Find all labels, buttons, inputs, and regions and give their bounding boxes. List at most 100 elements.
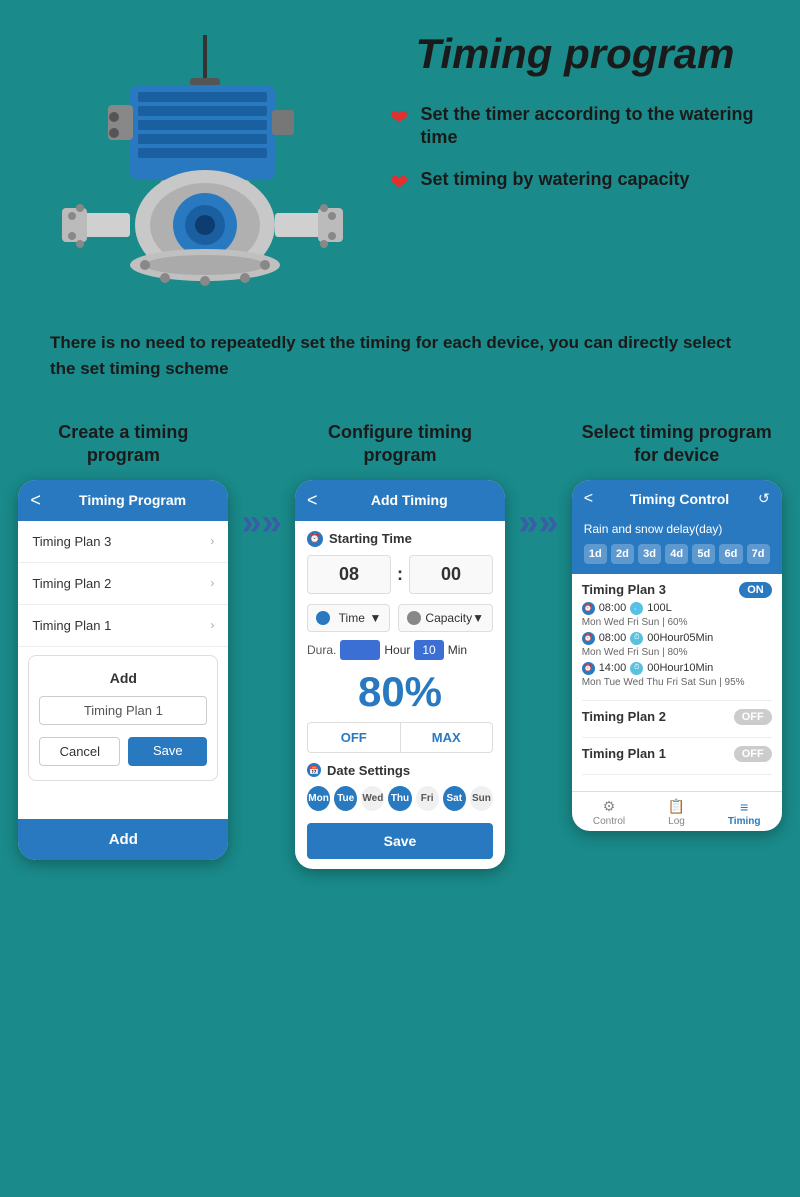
day-btn-4d[interactable]: 4d: [665, 544, 688, 564]
drop-icon3: ⏱: [630, 662, 643, 675]
timing-plan-2: Timing Plan 2 OFF: [582, 709, 772, 738]
phone3-frame: < Timing Control ↺ Rain and snow delay(d…: [572, 480, 782, 831]
max-button[interactable]: MAX: [401, 723, 493, 752]
arrow-right-icon: »»: [242, 501, 282, 543]
timing-plan-1: Timing Plan 1 OFF: [582, 746, 772, 775]
day-btn-6d[interactable]: 6d: [719, 544, 742, 564]
day-btn-3d[interactable]: 3d: [638, 544, 661, 564]
clock-icon-sm2: ⏰: [582, 632, 595, 645]
phone3-title: Select timing programfor device: [582, 421, 772, 468]
day-sun[interactable]: Sun: [470, 786, 493, 811]
plan1-toggle[interactable]: OFF: [734, 746, 772, 762]
duration-field[interactable]: [340, 640, 380, 660]
plan3-row2: ⏰ 08:00 ⏱ 00Hour05Min: [582, 632, 772, 645]
arrow-2: »»: [518, 421, 558, 543]
phone-col-2: Configure timingprogram < Add Timing ⏰ S…: [292, 421, 509, 869]
refresh-icon[interactable]: ↺: [758, 490, 770, 507]
time-colon: :: [397, 564, 403, 585]
minute-field[interactable]: 00: [409, 555, 493, 594]
list-item-text: Timing Plan 3: [32, 534, 111, 549]
duration-row: Dura. Hour 10 Min: [307, 640, 493, 660]
min-value[interactable]: 10: [414, 640, 443, 660]
day-btn-1d[interactable]: 1d: [584, 544, 607, 564]
hour-field[interactable]: 08: [307, 555, 391, 594]
date-settings-label: 📅 Date Settings: [307, 763, 493, 778]
timing-icon: ≡: [735, 800, 753, 814]
off-button[interactable]: OFF: [308, 723, 401, 752]
plan2-name: Timing Plan 2: [582, 709, 666, 724]
day-wed[interactable]: Wed: [361, 786, 384, 811]
phone1-back-icon[interactable]: <: [30, 490, 41, 511]
nav-log[interactable]: 📋 Log: [668, 800, 686, 827]
percent-display: 80%: [307, 668, 493, 716]
log-icon: 📋: [668, 800, 686, 814]
phone3-header: < Timing Control ↺: [572, 480, 782, 518]
plan3-header: Timing Plan 3 ON: [582, 582, 772, 598]
day-btn-7d[interactable]: 7d: [747, 544, 770, 564]
row2-days: Mon Wed Fri Sun | 80%: [582, 647, 772, 658]
nav-control[interactable]: ⚙ Control: [593, 800, 625, 827]
add-dialog-label: Add: [39, 670, 207, 686]
top-section: Timing program ❤ Set the timer according…: [0, 0, 800, 320]
bullet-text-1: Set the timer according to the watering …: [420, 103, 760, 150]
day-btn-2d[interactable]: 2d: [611, 544, 634, 564]
phone1-add-dialog: Add Cancel Save: [28, 655, 218, 781]
day-fri[interactable]: Fri: [416, 786, 439, 811]
plan2-header: Timing Plan 2 OFF: [582, 709, 772, 725]
phone-col-1: Create a timingprogram < Timing Program …: [15, 421, 232, 860]
timing-plan-input[interactable]: [39, 696, 207, 725]
time-select-icon: [316, 611, 330, 625]
bullet-item-2: ❤ Set timing by watering capacity: [390, 168, 760, 196]
phone1-title: Create a timingprogram: [58, 421, 188, 468]
plan3-name: Timing Plan 3: [582, 582, 666, 597]
middle-description: There is no need to repeatedly set the t…: [0, 320, 800, 411]
plan3-row1: ⏰ 08:00 💧 100L: [582, 602, 772, 615]
day-mon[interactable]: Mon: [307, 786, 330, 811]
plan3-row3: ⏰ 14:00 ⏱ 00Hour10Min: [582, 662, 772, 675]
row1-days: Mon Wed Fri Sun | 60%: [582, 617, 772, 628]
phone3-back-icon[interactable]: <: [584, 490, 593, 508]
calendar-icon: 📅: [307, 763, 321, 777]
phone2-header: < Add Timing: [295, 480, 505, 521]
list-item[interactable]: Timing Plan 1 ›: [18, 605, 228, 647]
list-item[interactable]: Timing Plan 2 ›: [18, 563, 228, 605]
page-title: Timing program: [390, 30, 760, 78]
days-row: Mon Tue Wed Thu Fri Sat Sun: [307, 786, 493, 811]
phone2-back-icon[interactable]: <: [307, 490, 318, 511]
save-button[interactable]: Save: [307, 823, 493, 859]
list-item[interactable]: Timing Plan 3 ›: [18, 521, 228, 563]
chevron-icon: ›: [210, 534, 214, 548]
phone3-body: Timing Plan 3 ON ⏰ 08:00 💧 100L Mon Wed …: [572, 574, 782, 791]
phone1-frame: < Timing Program Timing Plan 3 › Timing …: [18, 480, 228, 860]
arrow-right-icon-2: »»: [518, 501, 558, 543]
day-thu[interactable]: Thu: [388, 786, 411, 811]
plan2-toggle[interactable]: OFF: [734, 709, 772, 725]
plan1-name: Timing Plan 1: [582, 746, 666, 761]
row2-detail: 00Hour05Min: [647, 632, 713, 644]
bullet-text-2: Set timing by watering capacity: [420, 168, 689, 191]
drop-icon: 💧: [630, 602, 643, 615]
right-content: Timing program ❤ Set the timer according…: [370, 30, 760, 214]
time-selector[interactable]: Time ▼: [307, 604, 390, 632]
nav-timing[interactable]: ≡ Timing: [728, 800, 761, 827]
capacity-selector[interactable]: Capacity ▼: [398, 604, 493, 632]
arrow-1: »»: [242, 421, 282, 543]
phone-col-3: Select timing programfor device < Timing…: [568, 421, 785, 831]
clock-icon: ⏰: [307, 531, 323, 547]
timing-plan-3: Timing Plan 3 ON ⏰ 08:00 💧 100L Mon Wed …: [582, 582, 772, 701]
list-item-text: Timing Plan 1: [32, 618, 111, 633]
row1-time: 08:00: [599, 602, 627, 614]
phones-section: Create a timingprogram < Timing Program …: [0, 411, 800, 899]
dropdown-icon: ▼: [370, 611, 382, 625]
bottom-add-button[interactable]: Add: [18, 819, 228, 860]
plan3-toggle[interactable]: ON: [739, 582, 772, 598]
day-sat[interactable]: Sat: [443, 786, 466, 811]
day-btn-5d[interactable]: 5d: [692, 544, 715, 564]
device-image: [30, 30, 370, 300]
day-tue[interactable]: Tue: [334, 786, 357, 811]
cancel-button[interactable]: Cancel: [39, 737, 120, 766]
nav-log-label: Log: [668, 816, 685, 827]
save-button[interactable]: Save: [128, 737, 207, 766]
row1-detail: 100L: [647, 602, 671, 614]
list-item-text: Timing Plan 2: [32, 576, 111, 591]
